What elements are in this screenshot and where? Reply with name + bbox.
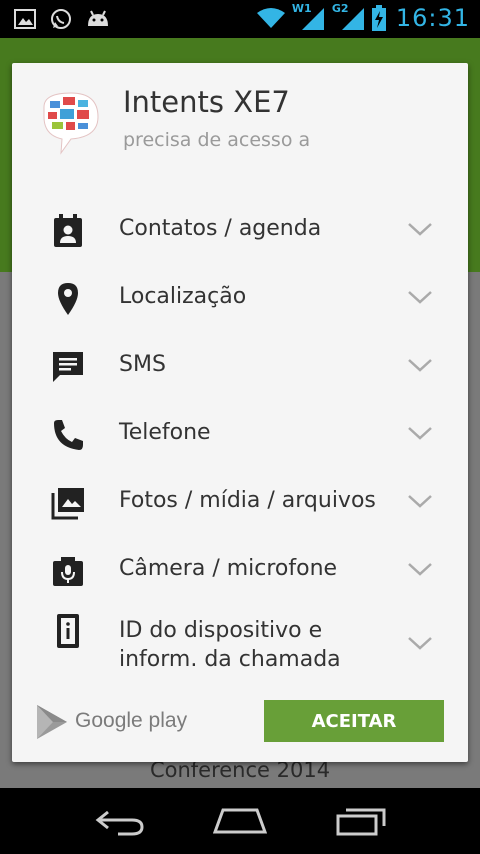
image-icon [14,9,36,29]
chevron-down-icon[interactable] [407,221,433,237]
chevron-down-icon[interactable] [407,493,433,509]
permission-label: Localização [119,284,247,309]
clock: 16:31 [395,4,470,32]
location-pin-icon [58,283,78,315]
chevron-down-icon[interactable] [407,425,433,441]
contact-calendar-icon [54,214,82,247]
navigation-bar [0,788,480,854]
phone-icon [54,420,83,450]
signal-bars-icon [341,8,364,30]
signal-sim2: G2 [332,2,366,32]
home-icon[interactable] [213,806,267,836]
play-triangle-icon [37,705,67,739]
accept-button[interactable]: ACEITAR [264,700,444,742]
sms-icon [53,352,83,382]
chevron-down-icon[interactable] [407,635,433,651]
camera-mic-icon [53,557,83,586]
wifi-icon [256,8,285,28]
chevron-down-icon[interactable] [407,561,433,577]
status-bar: W1 G2 16:31 [0,0,480,38]
chevron-down-icon[interactable] [407,289,433,305]
permission-row-photos[interactable]: Fotos / mídia / arquivos [12,473,468,533]
permission-row-contacts[interactable]: Contatos / agenda [12,201,468,261]
permission-row-device-id[interactable]: ID do dispositivo e inform. da chamada [12,609,468,679]
back-icon[interactable] [94,806,146,838]
dialog-subtitle: precisa de acesso a [123,129,311,151]
permission-label: Contatos / agenda [119,216,322,241]
signal-bars-icon [301,8,324,30]
whatsapp-icon [51,9,71,29]
permission-row-camera[interactable]: Câmera / microfone [12,541,468,601]
permission-row-location[interactable]: Localização [12,269,468,329]
permission-label: Câmera / microfone [119,556,338,581]
permission-label-line2: inform. da chamada [119,647,341,672]
device-id-icon [57,614,79,648]
recents-icon[interactable] [336,806,388,836]
photos-media-icon [51,488,84,520]
permission-row-sms[interactable]: SMS [12,337,468,397]
app-logo-icon [43,92,99,155]
chevron-down-icon[interactable] [407,357,433,373]
signal-sim1: W1 [292,2,326,32]
permission-dialog: Intents XE7 precisa de acesso a Contatos… [12,63,468,762]
permission-label-line1: ID do dispositivo e [119,618,323,643]
permission-row-phone[interactable]: Telefone [12,405,468,465]
permission-label: SMS [119,352,166,377]
permission-label: Telefone [119,420,211,445]
permission-label: Fotos / mídia / arquivos [119,488,376,513]
battery-charging-icon [371,5,386,31]
google-play-logo: Google play [35,701,195,743]
android-icon [88,10,108,26]
google-play-text: Google play [75,709,188,732]
app-name: Intents XE7 [123,85,290,119]
